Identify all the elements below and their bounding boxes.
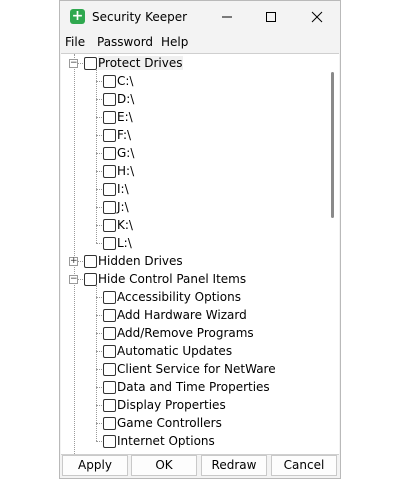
tree-connector — [96, 243, 102, 244]
checkbox[interactable] — [103, 201, 116, 214]
menu-bar: File Password Help — [60, 33, 340, 52]
checkbox[interactable] — [84, 273, 97, 286]
checkbox[interactable] — [103, 327, 116, 340]
checkbox[interactable] — [103, 93, 116, 106]
tree-connector — [96, 70, 97, 243]
tree-connector — [78, 261, 83, 262]
button-bar: Apply OK Redraw Cancel — [60, 455, 340, 478]
minimize-icon[interactable] — [216, 7, 238, 27]
vertical-scrollbar[interactable] — [331, 72, 334, 218]
checkbox[interactable] — [103, 129, 116, 142]
close-icon[interactable] — [306, 7, 328, 27]
plus-icon: + — [70, 8, 85, 24]
tree-item-label[interactable]: E:\ — [117, 110, 133, 124]
tree-connector — [96, 286, 97, 441]
collapse-icon[interactable]: − — [69, 275, 78, 284]
settings-tree[interactable]: − Protect Drives C:\ D:\ E:\ F:\ G:\ H:\ I:\ J:\ K… — [61, 53, 339, 455]
checkbox[interactable] — [103, 381, 116, 394]
tree-item-label[interactable]: Display Properties — [117, 398, 226, 412]
checkbox[interactable] — [103, 435, 116, 448]
tree-item-label[interactable]: I:\ — [117, 182, 129, 196]
checkbox[interactable] — [84, 57, 97, 70]
checkbox[interactable] — [103, 237, 116, 250]
title-bar[interactable]: + Security Keeper — [60, 1, 340, 33]
checkbox[interactable] — [103, 147, 116, 160]
tree-item-label[interactable]: H:\ — [117, 164, 134, 178]
tree-item-label[interactable]: K:\ — [117, 218, 133, 232]
tree-node-label[interactable]: Hide Control Panel Items — [98, 272, 246, 286]
tree-item-label[interactable]: F:\ — [117, 128, 131, 142]
expand-icon[interactable]: + — [69, 257, 78, 266]
maximize-icon[interactable] — [260, 7, 282, 27]
tree-item-label[interactable]: Data and Time Properties — [117, 380, 270, 394]
tree-node-label[interactable]: Protect Drives — [98, 56, 183, 70]
tree-item-label[interactable]: Add Hardware Wizard — [117, 308, 247, 322]
menu-help[interactable]: Help — [161, 35, 188, 49]
checkbox[interactable] — [84, 255, 97, 268]
checkbox[interactable] — [103, 399, 116, 412]
redraw-button[interactable]: Redraw — [201, 455, 267, 476]
checkbox[interactable] — [103, 111, 116, 124]
checkbox[interactable] — [103, 309, 116, 322]
tree-item-label[interactable]: G:\ — [117, 146, 134, 160]
checkbox[interactable] — [103, 345, 116, 358]
menu-file[interactable]: File — [65, 35, 85, 49]
checkbox[interactable] — [103, 363, 116, 376]
checkbox[interactable] — [103, 75, 116, 88]
checkbox[interactable] — [103, 183, 116, 196]
tree-connector — [78, 279, 83, 280]
tree-connector — [78, 63, 83, 64]
ok-button[interactable]: OK — [131, 455, 197, 476]
cancel-button[interactable]: Cancel — [271, 455, 337, 476]
checkbox[interactable] — [103, 219, 116, 232]
tree-item-label[interactable]: L:\ — [117, 236, 132, 250]
tree-item-label[interactable]: D:\ — [117, 92, 134, 106]
collapse-icon[interactable]: − — [69, 59, 78, 68]
tree-item-label[interactable]: Client Service for NetWare — [117, 362, 276, 376]
checkbox[interactable] — [103, 417, 116, 430]
tree-item-label[interactable]: Internet Options — [117, 434, 215, 448]
tree-item-label[interactable]: J:\ — [117, 200, 129, 214]
window-title: Security Keeper — [92, 10, 188, 24]
apply-button[interactable]: Apply — [62, 455, 128, 476]
tree-item-label[interactable]: Automatic Updates — [117, 344, 232, 358]
checkbox[interactable] — [103, 291, 116, 304]
tree-item-label[interactable]: Accessibility Options — [117, 290, 241, 304]
tree-item-label[interactable]: Game Controllers — [117, 416, 222, 430]
menu-password[interactable]: Password — [97, 35, 153, 49]
checkbox[interactable] — [103, 165, 116, 178]
tree-item-label[interactable]: C:\ — [117, 74, 133, 88]
tree-connector — [96, 441, 102, 442]
tree-connector — [74, 54, 75, 454]
tree-item-label[interactable]: Add/Remove Programs — [117, 326, 254, 340]
tree-node-label[interactable]: Hidden Drives — [98, 254, 183, 268]
app-window: + Security Keeper File Password Help − Pr… — [59, 0, 341, 479]
